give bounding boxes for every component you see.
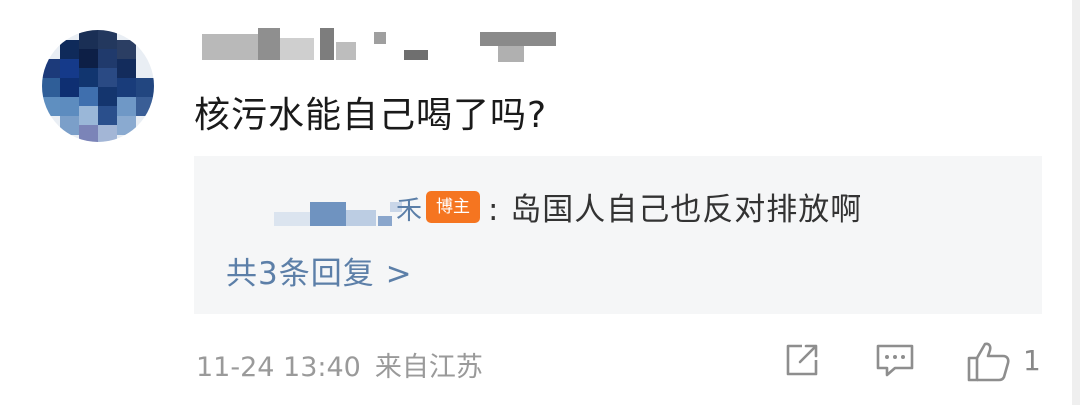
reply-preview[interactable]: 禾 博主 : 岛国人自己也反对排放啊 共3条回复 > <box>194 156 1042 314</box>
like-count: 1 <box>1023 344 1041 377</box>
timestamp: 11-24 13:40 <box>196 352 361 383</box>
thumbs-up-icon <box>967 342 1010 382</box>
reply-line: 禾 博主 : 岛国人自己也反对排放啊 <box>194 180 1042 230</box>
avatar[interactable] <box>42 30 154 142</box>
comment-meta: 11-24 13:40 来自江苏 <box>196 345 483 384</box>
location: 来自江苏 <box>374 352 483 383</box>
view-replies-link[interactable]: 共3条回复 > <box>226 248 413 293</box>
comment-icon <box>876 344 914 377</box>
share-icon <box>786 344 818 376</box>
comment-button[interactable] <box>873 340 917 386</box>
share-button[interactable] <box>780 340 822 386</box>
username-obscured[interactable] <box>200 28 560 72</box>
reply-username-obscured[interactable] <box>274 188 414 228</box>
reply-username-tail[interactable]: 禾 <box>396 190 422 227</box>
author-badge: 博主 <box>426 191 480 223</box>
scrollbar[interactable] <box>1072 0 1080 405</box>
like-button[interactable] <box>965 340 1013 388</box>
comment-text: 核污水能自己喝了吗? <box>194 95 548 136</box>
reply-text: : 岛国人自己也反对排放啊 <box>488 192 863 228</box>
